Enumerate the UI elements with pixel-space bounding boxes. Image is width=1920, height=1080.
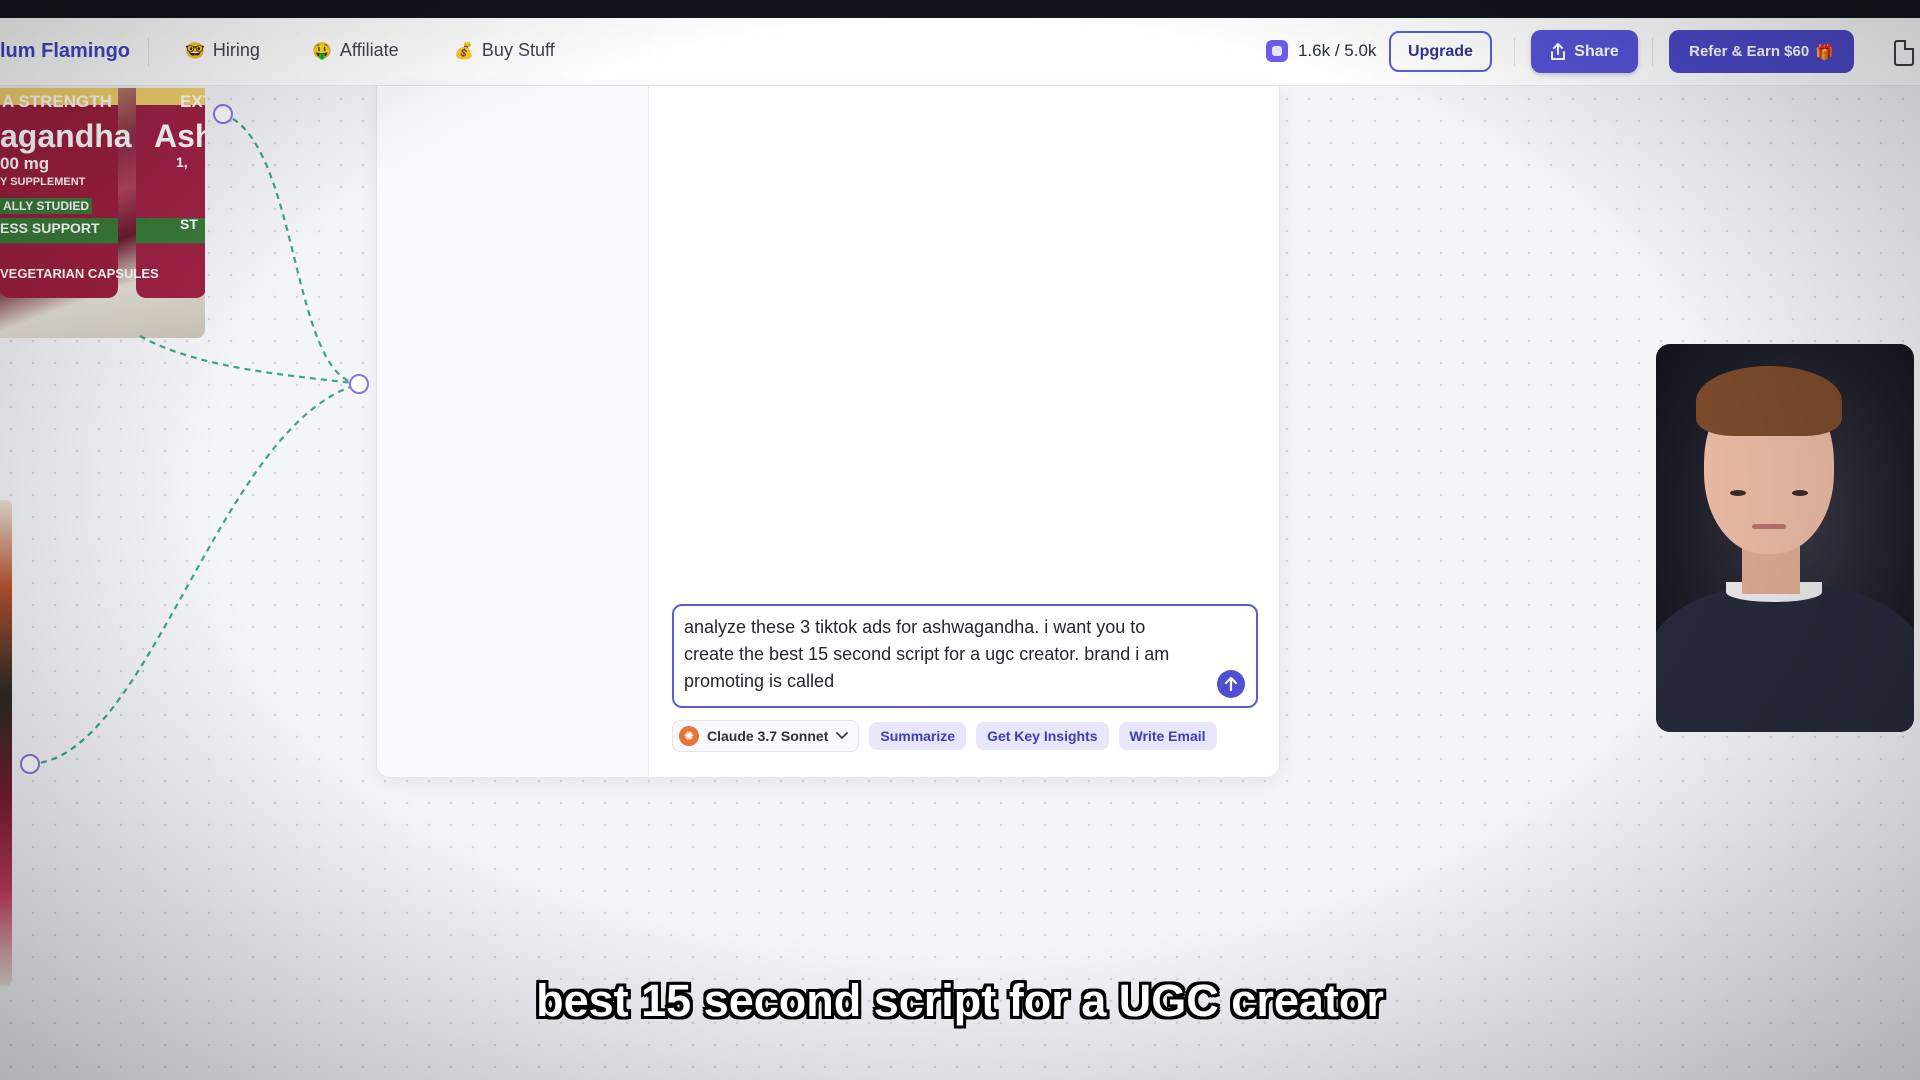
nav-hiring[interactable]: 🤓 Hiring [185,40,260,61]
label-text: 1, [176,154,188,170]
chat-panel: analyze these 3 tiktok ads for ashwagand… [376,86,1280,778]
label-text: VEGETARIAN CAPSULES [0,266,159,281]
nav-hiring-label: Hiring [212,40,260,60]
prompt-toolbar: ✺ Claude 3.7 Sonnet Summarize Get Key In… [672,720,1217,752]
credits-counter[interactable]: 1.6k / 5.0k [1266,40,1376,62]
label-text: Y SUPPLEMENT [0,176,86,188]
nerd-emoji-icon: 🤓 [185,42,205,60]
video-node-edge[interactable] [0,500,12,986]
refer-earn-label: Refer & Earn $60 [1689,43,1810,60]
browser-chrome [0,0,1920,18]
nav-buy-stuff-label: Buy Stuff [481,40,555,60]
gift-emoji-icon: 🎁 [1815,43,1834,61]
upgrade-button[interactable]: Upgrade [1389,31,1492,72]
document-icon[interactable] [1894,40,1914,66]
nav-buy-stuff[interactable]: 💰 Buy Stuff [454,40,555,61]
key-insights-chip[interactable]: Get Key Insights [976,722,1109,750]
share-upload-icon [1551,42,1566,60]
label-text: agandha [0,118,132,154]
video-caption: best 15 second script for a UGC creator [536,975,1384,1026]
money-face-emoji-icon: 🤑 [312,42,332,60]
model-name: Claude 3.7 Sonnet [707,728,829,744]
share-label: Share [1574,42,1619,60]
connector-line [139,335,361,386]
label-text: EXT [180,92,205,111]
chevron-down-icon [836,732,849,740]
arrow-up-icon [1224,676,1238,692]
nav-affiliate-label: Affiliate [339,40,399,60]
presenter-eye [1730,490,1746,496]
share-button[interactable]: Share [1531,30,1638,73]
nav-divider [1652,38,1653,66]
send-button[interactable] [1217,670,1245,698]
model-selector[interactable]: ✺ Claude 3.7 Sonnet [672,720,860,752]
connector-line [29,382,361,766]
label-text: 00 mg [0,154,50,173]
connection-handle[interactable] [213,104,233,124]
money-bag-emoji-icon: 💰 [454,42,474,60]
label-text: ESS SUPPORT [0,220,100,236]
summarize-chip[interactable]: Summarize [869,722,967,750]
presenter-shirt [1656,584,1914,732]
write-email-chip[interactable]: Write Email [1118,722,1217,750]
top-bar: lum Flamingo 🤓 Hiring 🤑 Affiliate 💰 Buy … [0,18,1920,86]
label-text: ALLY STUDIED [0,198,93,214]
connection-handle[interactable] [20,754,40,774]
label-text: A STRENGTH [2,92,112,111]
credits-cube-icon [1266,40,1288,62]
product-image-node[interactable]: A STRENGTH EXT agandha Ash 00 mg 1, Y SU… [0,88,205,338]
connection-handle[interactable] [349,374,369,394]
credits-value: 1.6k / 5.0k [1298,41,1377,60]
chat-sidebar [377,86,649,777]
presenter-mouth [1752,524,1786,529]
claude-logo-icon: ✺ [679,726,699,746]
label-text: Ash [154,118,205,154]
presenter-eye [1792,490,1808,496]
webcam-overlay [1656,344,1914,732]
workspace-name[interactable]: lum Flamingo [0,40,130,63]
nav-divider [1514,38,1515,66]
label-text: ST [180,216,198,232]
prompt-text[interactable]: analyze these 3 tiktok ads for ashwagand… [684,614,1204,695]
nav-affiliate[interactable]: 🤑 Affiliate [312,40,399,61]
presenter-hair [1696,366,1842,436]
prompt-input[interactable]: analyze these 3 tiktok ads for ashwagand… [672,604,1258,708]
refer-earn-button[interactable]: Refer & Earn $60 🎁 [1669,30,1854,73]
connector-line [222,112,361,386]
nav-divider [148,38,149,66]
